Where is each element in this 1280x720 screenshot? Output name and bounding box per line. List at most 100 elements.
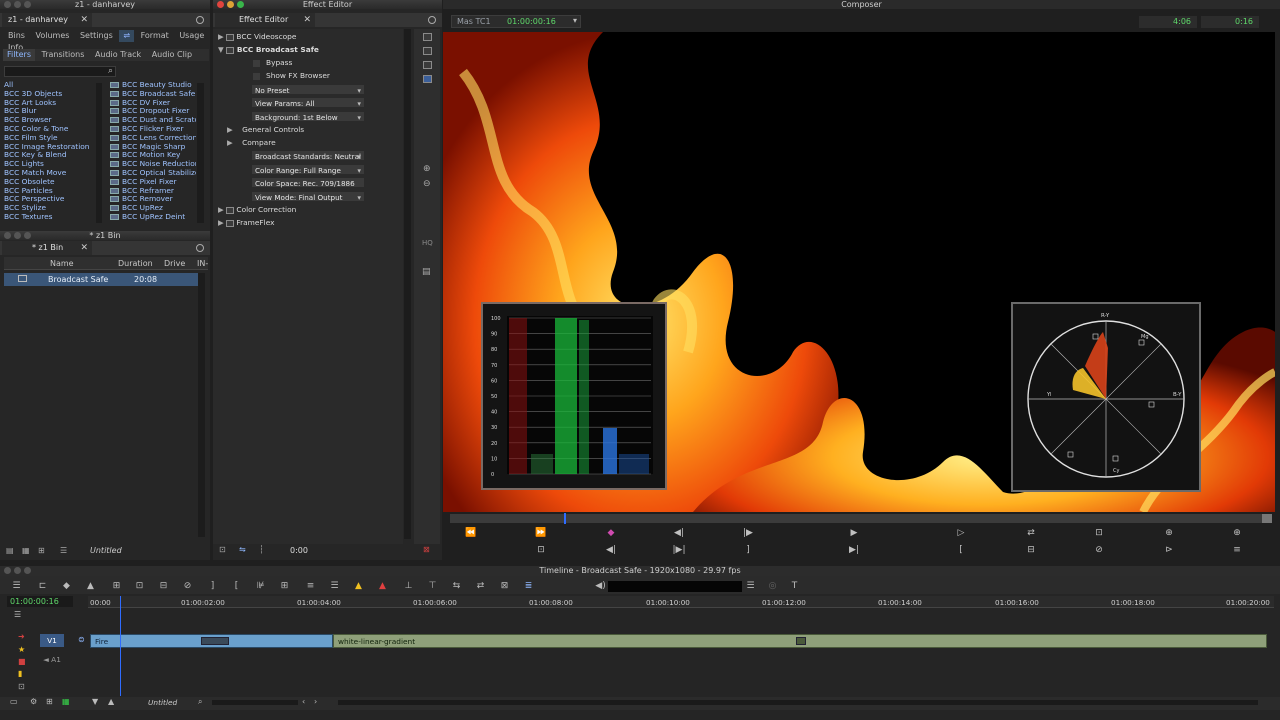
overwrite-icon[interactable]: ⊡ [133,581,146,592]
script-view-icon[interactable]: ⊞ [38,546,45,555]
overwrite-icon[interactable]: ⊟ [1023,545,1039,555]
subtab-audio-clip[interactable]: Audio Clip [148,49,196,61]
tab-bin2[interactable]: * z1 Bin ✕ [2,241,92,255]
effects-list[interactable]: BCC Beauty Studio BCC Broadcast Safe BCC… [110,81,196,231]
track-toggle-icon[interactable]: ☰ [10,581,23,592]
step-back-icon[interactable]: ◀| [671,528,687,538]
timeline-position-indicator[interactable] [120,596,121,696]
source-timecode-select[interactable]: Mas TC1 01:00:00:16 ▾ [451,15,581,28]
menu-list-icon[interactable]: ☰ [60,546,67,555]
preview-icon[interactable]: ⊡ [219,545,226,554]
close-icon[interactable]: ✕ [303,13,311,27]
table-row[interactable]: Broadcast Safe 20:08 [4,273,198,286]
mark-icon[interactable]: ◆ [603,528,619,538]
play-icon[interactable]: ▶ [846,528,862,538]
tree-broadcast-safe[interactable]: ▼ BCC Broadcast Safe [218,43,319,56]
play-in-out-icon[interactable]: ▷ [953,528,969,538]
menu-circle-icon[interactable] [428,16,436,24]
effects-scrollbar[interactable] [197,83,204,223]
lock-icon[interactable]: ⊜ [78,635,85,644]
fullscreen-icon[interactable]: ⊡ [1091,528,1107,538]
frame-view-icon[interactable]: ▦ [22,546,30,555]
segment-mode-icon[interactable]: ⊏ [36,581,49,592]
categories-scrollbar[interactable] [96,83,102,223]
keyframe-icon[interactable] [423,33,432,41]
color-range-dropdown[interactable]: Color Range: Full Range [251,164,365,176]
effect-item[interactable]: BCC UpRez Deint [110,212,196,222]
splice-icon[interactable]: ⊳ [1161,545,1177,555]
checkbox-icon[interactable] [253,72,260,80]
frames-icon[interactable]: ⊞ [46,697,53,706]
timeline-zoom-slider[interactable] [212,700,298,705]
keyframe-icon[interactable] [423,75,432,83]
solo-icon[interactable]: ★ [18,645,25,654]
top-icon[interactable]: ⊤ [426,581,439,592]
chevron-down-icon[interactable]: ▾ [573,16,577,25]
mark-out-icon[interactable]: ] [740,545,756,555]
text-tool-icon[interactable]: T [788,581,801,592]
tree-color-correction[interactable]: ▶ Color Correction [218,203,296,216]
list-view-icon[interactable]: ▤ [6,546,14,555]
fast-forward-icon[interactable]: ⏩ [533,528,549,538]
toggle-icon[interactable]: ▭ [10,697,18,706]
zoom-in-icon[interactable]: ⊕ [1161,528,1177,538]
bars-icon[interactable]: ☰ [328,581,341,592]
sync-lock-icon[interactable]: ⇄ [474,581,487,592]
color-space-dropdown[interactable]: Color Space: Rec. 709/1886 (HD [251,177,365,200]
menu-settings[interactable]: Settings [76,30,117,42]
step-forward-icon[interactable]: |▶ [740,528,756,538]
tab-effect-editor[interactable]: Effect Editor ✕ [215,13,315,27]
menu-volumes[interactable]: Volumes [32,30,74,42]
record-track-icon[interactable]: ➜ [18,632,25,641]
close-icon[interactable]: ✕ [80,13,88,27]
mark-in-icon[interactable]: [ [230,581,243,592]
hq-toggle[interactable]: HQ [422,239,433,247]
split-icon[interactable]: ⊯ [254,581,267,592]
column-name[interactable]: Name [50,259,74,268]
scroll-left-icon[interactable]: ‹ [302,697,305,706]
composer-position-bar[interactable] [450,513,1272,524]
background-dropdown[interactable]: Background: 1st Below [251,111,365,123]
grid-icon[interactable]: ⊞ [278,581,291,592]
sync-icon[interactable]: ⇄ [1023,528,1039,538]
bin-view-select[interactable]: Untitled [90,546,122,555]
extract-red-icon[interactable]: ▲ [376,581,389,592]
mark-clip-icon[interactable]: ⊡ [533,545,549,555]
effects-search-input[interactable]: ⌕ [4,66,116,77]
menu-icon[interactable]: ≡ [1229,545,1245,555]
grid-icon[interactable]: ▤ [422,267,431,277]
render-icon[interactable]: ⊠ [423,545,430,554]
menu-circle-icon[interactable] [196,244,204,252]
column-duration[interactable]: Duration [118,259,153,268]
menu-circle-icon[interactable] [196,16,204,24]
clip-white-linear-gradient[interactable]: white-linear-gradient [333,634,1267,648]
tree-frameflex[interactable]: ▶ FrameFlex [218,216,275,229]
keyframe-icon[interactable] [423,47,432,55]
tree-compare[interactable]: ▶ Compare [227,136,276,149]
play-to-out-icon[interactable]: |▶| [671,545,687,555]
subtab-audio-track[interactable]: Audio Track [91,49,145,61]
segment-icon[interactable]: ⊠ [498,581,511,592]
checkbox-icon[interactable] [253,59,260,67]
category-item[interactable]: BCC Textures [4,212,100,222]
split-icon[interactable]: ⇋ [239,545,246,554]
clip-fire[interactable]: Fire [90,634,333,648]
menu-bins[interactable]: Bins [4,30,29,42]
tree-general-controls[interactable]: ▶ General Controls [227,123,304,136]
track-a1-selector[interactable]: ◄ A1 [40,653,64,666]
track-menu-icon[interactable]: ☰ [14,610,26,620]
multicam-icon[interactable]: ≣ [522,581,535,592]
tab-bins-window[interactable]: z1 - danharvey ✕ [2,13,92,27]
bin2-scrollbar[interactable] [198,273,205,537]
close-icon[interactable]: ✕ [80,241,88,255]
settings-icon[interactable]: ⚙ [30,697,37,706]
menu-usage[interactable]: Usage [175,30,208,42]
view-mode-dropdown[interactable]: View Mode: Final Output [251,191,365,203]
effects-icon[interactable]: ⇌ [119,30,135,42]
window-controls[interactable] [4,567,34,576]
match-frame-icon[interactable]: ⇆ [450,581,463,592]
subtab-filters[interactable]: Filters [3,49,35,61]
up-icon[interactable]: ▲ [108,697,114,706]
column-in[interactable]: IN- [197,259,208,268]
position-indicator[interactable] [564,513,566,524]
